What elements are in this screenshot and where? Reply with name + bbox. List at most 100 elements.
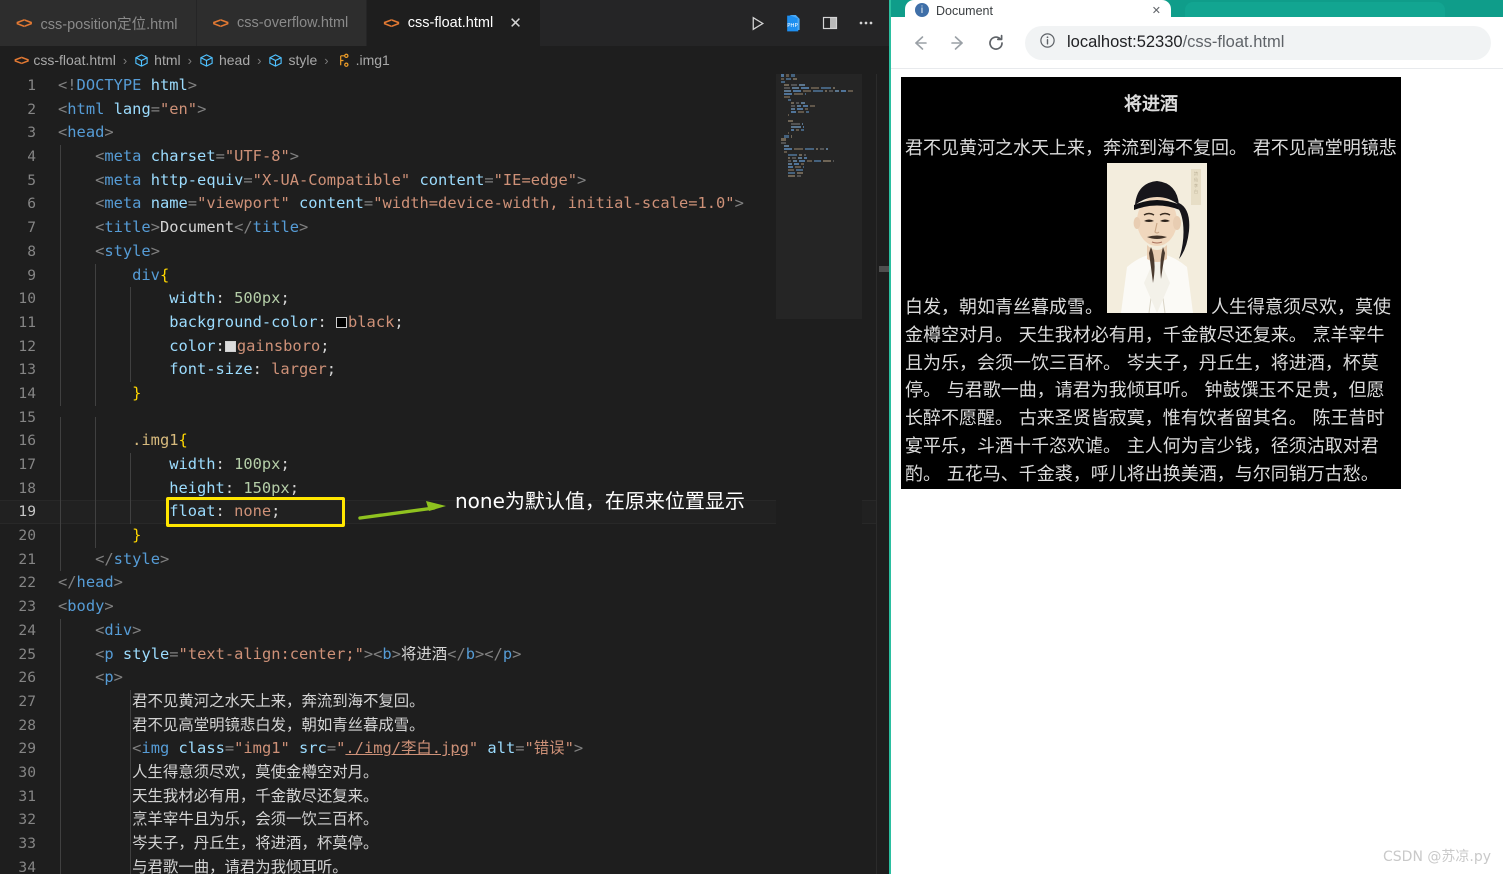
code-text: 烹羊宰牛且为乐，会须一饮三百杯。 xyxy=(58,808,378,832)
poem-body: 君不见黄河之水天上来，奔流到海不复回。 君不见高堂明镜悲白发，朝如青丝暮成雪。 … xyxy=(901,135,1401,489)
code-line: 1 <!DOCTYPE html> xyxy=(0,74,891,98)
code-line: 2 <html lang="en"> xyxy=(0,98,891,122)
svg-text:詩: 詩 xyxy=(1194,170,1198,176)
breadcrumb-label: style xyxy=(288,52,318,68)
line-number: 26 xyxy=(18,669,36,687)
annotation-arrow-icon xyxy=(358,501,446,520)
breadcrumb-label: css-float.html xyxy=(33,52,116,68)
line-number: 17 xyxy=(18,456,36,473)
breadcrumb-item-img1[interactable]: .img1 xyxy=(336,52,390,68)
scrollbar-thumb[interactable] xyxy=(879,266,889,272)
poem-text-after-image: 人生得意须尽欢，莫使金樽空对月。 天生我材必有用，千金散尽还复来。 烹羊宰牛且为… xyxy=(905,296,1391,486)
code-text: background-color: black; xyxy=(58,310,404,335)
code-line: 11 background-color: black; xyxy=(0,310,891,335)
code-line: 24 <div> xyxy=(0,618,891,643)
browser-tab-document[interactable]: i Document ✕ xyxy=(905,0,1171,17)
html-file-icon: <> xyxy=(212,14,230,32)
breadcrumb: <> css-float.html › html › head › style … xyxy=(0,46,891,74)
code-text: 人生得意须尽欢，莫使金樽空对月。 xyxy=(58,760,378,785)
code-text: <img class="img1" src="./img/李白.jpg" alt… xyxy=(58,737,583,761)
code-text: .img1{ xyxy=(58,429,188,453)
code-text: width: 500px; xyxy=(58,287,290,311)
editor-tab-css-float[interactable]: <> css-float.html ✕ xyxy=(367,0,541,46)
site-info-icon[interactable] xyxy=(1039,32,1056,54)
php-server-icon[interactable]: PHP xyxy=(784,14,803,33)
code-text: } xyxy=(58,524,141,548)
code-line: 27 君不见黄河之水天上来，奔流到海不复回。 xyxy=(0,689,891,714)
breadcrumb-item-head[interactable]: head xyxy=(199,52,250,68)
code-editor[interactable]: 1 <!DOCTYPE html> 2 <html lang="en"> 3 <hea… xyxy=(0,74,891,874)
code-line: 8 <style> xyxy=(0,239,891,264)
line-number: 4 xyxy=(27,148,36,166)
new-tab-button[interactable] xyxy=(1185,2,1445,17)
browser-tab-strip: i Document ✕ xyxy=(891,0,1503,17)
code-text: 君不见高堂明镜悲白发，朝如青丝暮成雪。 xyxy=(58,713,425,738)
code-line: 7 <title>Document</title> xyxy=(0,216,891,240)
code-text: <body> xyxy=(58,597,114,616)
color-swatch-gainsboro xyxy=(224,340,236,352)
line-number: 23 xyxy=(18,598,36,616)
close-icon[interactable]: ✕ xyxy=(1152,4,1161,17)
code-text: } xyxy=(58,381,141,406)
minimap-slider[interactable] xyxy=(776,74,862,319)
forward-button[interactable] xyxy=(941,26,975,60)
line-number: 16 xyxy=(18,432,36,450)
code-text: color: gainsboro; xyxy=(58,334,330,359)
line-number: 18 xyxy=(18,479,36,497)
url-host: localhost:52330 xyxy=(1067,33,1183,51)
line-number: 12 xyxy=(18,337,36,355)
back-button[interactable] xyxy=(903,26,937,60)
address-bar[interactable]: localhost:52330/css-float.html xyxy=(1025,25,1491,60)
color-swatch-black xyxy=(336,316,348,328)
more-actions-icon[interactable] xyxy=(857,14,875,32)
code-text: </style> xyxy=(58,547,169,572)
split-editor-icon[interactable] xyxy=(821,14,839,32)
code-text: 天生我材必有用，千金散尽还复来。 xyxy=(58,784,378,809)
vscode-pane: <> css-position定位.html <> css-overflow.h… xyxy=(0,0,891,874)
breadcrumb-item-html[interactable]: html xyxy=(134,52,181,68)
line-number: 22 xyxy=(18,574,36,592)
breadcrumb-item-style[interactable]: style xyxy=(268,52,317,68)
line-number: 20 xyxy=(18,527,36,545)
symbol-field-icon xyxy=(135,53,148,67)
code-line: 23 <body> xyxy=(0,595,891,619)
code-line: 14 } xyxy=(0,381,891,406)
line-number: 32 xyxy=(18,811,36,829)
close-icon[interactable]: ✕ xyxy=(509,14,522,32)
editor-tab-css-position[interactable]: <> css-position定位.html xyxy=(0,0,197,46)
editor-minimap[interactable] xyxy=(776,74,862,874)
svg-text:PHP: PHP xyxy=(787,23,798,29)
code-text: </head> xyxy=(58,573,123,592)
code-text: <html lang="en"> xyxy=(58,99,207,118)
annotation-text: none为默认值，在原来位置显示 xyxy=(455,489,745,513)
code-text: <meta http-equiv="X-UA-Compatible" conte… xyxy=(58,168,586,193)
breadcrumb-item-file[interactable]: <> css-float.html xyxy=(14,52,116,68)
editor-tab-css-overflow[interactable]: <> css-overflow.html xyxy=(196,0,368,46)
poem-title: 将进酒 xyxy=(1124,94,1178,115)
code-line: 10 width: 500px; xyxy=(0,287,891,311)
line-number: 31 xyxy=(18,787,36,805)
symbol-field-icon xyxy=(269,53,283,67)
code-text: 与君歌一曲，请君为我倾耳听。 xyxy=(58,855,348,874)
html-file-icon: <> xyxy=(14,52,29,68)
line-number: 21 xyxy=(18,550,36,568)
browser-toolbar: localhost:52330/css-float.html xyxy=(891,17,1503,69)
code-line: 17 width: 100px; xyxy=(0,453,891,477)
code-text: width: 100px; xyxy=(58,453,290,477)
demo-div: 将进酒 君不见黄河之水天上来，奔流到海不复回。 君不见高堂明镜悲白发，朝如青丝暮… xyxy=(901,77,1401,490)
code-text: <style> xyxy=(58,239,160,264)
url-path: /css-float.html xyxy=(1182,33,1285,51)
symbol-field-icon xyxy=(200,53,213,67)
code-text: div{ xyxy=(58,263,169,288)
line-number: 13 xyxy=(18,361,36,379)
code-text: <title>Document</title> xyxy=(58,216,308,240)
line-number: 15 xyxy=(18,408,36,426)
code-line: 5 <meta http-equiv="X-UA-Compatible" con… xyxy=(0,168,891,193)
code-line: 28 君不见高堂明镜悲白发，朝如青丝暮成雪。 xyxy=(0,713,891,738)
line-number: 6 xyxy=(27,195,36,213)
screenshot-root: <> css-position定位.html <> css-overflow.h… xyxy=(0,0,1503,874)
reload-button[interactable] xyxy=(979,26,1013,60)
line-number: 3 xyxy=(27,124,36,142)
browser-tab-label: Document xyxy=(936,3,993,18)
run-icon[interactable] xyxy=(749,15,766,32)
